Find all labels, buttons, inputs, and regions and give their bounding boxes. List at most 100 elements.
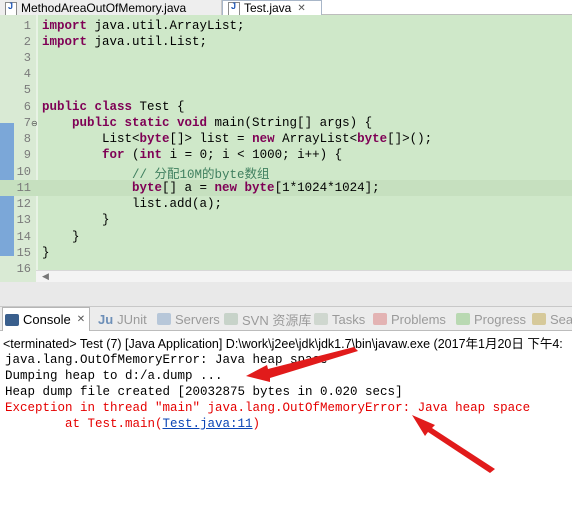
view-tab-strip: Console ✕ Ju JUnit Servers SVN 资源库 Tasks…	[0, 307, 572, 331]
tab-servers[interactable]: Servers	[155, 307, 220, 331]
java-file-icon	[227, 1, 240, 16]
tab-svn[interactable]: SVN 资源库	[222, 307, 311, 331]
code-text: public class Test {	[42, 100, 185, 114]
console-icon	[5, 313, 19, 326]
servers-icon	[157, 313, 171, 325]
code-line: 2 import java.util.List;	[0, 34, 572, 50]
line-number: 5	[23, 83, 31, 97]
code-line: 4	[0, 66, 572, 82]
horizontal-scrollbar[interactable]: ◀	[36, 270, 572, 282]
code-line: 12 list.add(a);	[0, 196, 572, 212]
line-number: 2	[23, 35, 31, 49]
editor-tab-strip: MethodAreaOutOfMemory.java Test.java ✕	[0, 0, 572, 16]
keyword: int	[139, 148, 163, 162]
tab-label: Sear	[550, 311, 572, 327]
line-number: 13	[16, 213, 31, 227]
line-number: 1	[23, 19, 31, 33]
keyword: byte	[132, 181, 163, 195]
code-line: 13 }	[0, 212, 572, 228]
console-stack-line: at Test.main(Test.java:11)	[5, 417, 260, 431]
code-line: 8 List<byte[]> list = new ArrayList<byte…	[0, 131, 572, 147]
stack-prefix: at Test.main(	[5, 417, 163, 431]
code-text: }	[42, 246, 50, 260]
code-line: 5	[0, 82, 572, 98]
console-error-line: Exception in thread "main" java.lang.Out…	[5, 401, 531, 415]
tab-label: Problems	[391, 311, 446, 327]
tab-search[interactable]: Sear	[530, 307, 572, 331]
code-line: 15 }	[0, 245, 572, 261]
keyword: byte	[357, 132, 388, 146]
tab-tasks[interactable]: Tasks	[312, 307, 365, 331]
line-number: 4	[23, 67, 31, 81]
line-number: 12	[16, 197, 31, 211]
line-number: 6	[23, 100, 31, 114]
keyword: import	[42, 19, 88, 33]
tab-test-java[interactable]: Test.java ✕	[222, 0, 322, 16]
line-number: 10	[16, 165, 31, 179]
tab-label: JUnit	[117, 311, 147, 327]
line-number: 8	[23, 132, 31, 146]
tab-label: Progress	[474, 311, 527, 327]
code-line-current: 11 byte[] a = new byte[1*1024*1024];	[0, 180, 572, 196]
code-editor[interactable]: 1 import java.util.ArrayList; 2 import j…	[0, 15, 572, 282]
close-icon[interactable]: ✕	[297, 3, 305, 14]
problems-icon	[373, 313, 387, 325]
code-text: byte[] a = new byte[1*1024*1024];	[132, 181, 380, 195]
code-text: for (int i = 0; i < 1000; i++) {	[102, 148, 343, 162]
java-file-icon	[4, 1, 17, 16]
line-number: 16	[16, 262, 31, 276]
tab-method-area-out-of-memory[interactable]: MethodAreaOutOfMemory.java	[0, 0, 222, 16]
console-line: java.lang.OutOfMemoryError: Java heap sp…	[5, 353, 328, 367]
line-number: 7	[23, 116, 31, 130]
code-text: import java.util.List;	[42, 35, 208, 49]
keyword: public class	[42, 100, 133, 114]
tab-label: Servers	[175, 311, 220, 327]
code-line: 6 public class Test {	[0, 99, 572, 115]
tab-label: MethodAreaOutOfMemory.java	[21, 0, 187, 15]
tab-label: Tasks	[332, 311, 366, 327]
console-line: Heap dump file created [20032875 bytes i…	[5, 385, 403, 399]
stack-trace-link[interactable]: Test.java:11	[163, 417, 253, 431]
tab-console[interactable]: Console ✕	[2, 307, 90, 331]
keyword: new byte	[214, 181, 275, 195]
line-number: 14	[16, 230, 31, 244]
code-text: }	[42, 230, 80, 244]
code-line: 7 ⊖ public static void main(String[] arg…	[0, 115, 572, 131]
code-line: 9 for (int i = 0; i < 1000; i++) {	[0, 147, 572, 163]
line-number: 15	[16, 246, 31, 260]
scroll-left-icon[interactable]: ◀	[42, 271, 49, 282]
code-comment: // 分配10M的byte数组	[42, 167, 270, 182]
view-splitter[interactable]	[0, 282, 572, 307]
code-text: list.add(a);	[42, 197, 223, 211]
tab-label: Test.java	[244, 1, 292, 15]
keyword: for	[102, 148, 125, 162]
junit-icon: Ju	[98, 311, 114, 327]
search-icon	[532, 313, 546, 325]
keyword: public static void	[72, 116, 208, 130]
close-icon[interactable]: ✕	[77, 314, 85, 325]
line-number: 11	[16, 181, 31, 195]
code-line: 14 }	[0, 229, 572, 245]
code-line: 3	[0, 50, 572, 66]
terminated-status: <terminated> Test (7) [Java Application]…	[3, 337, 563, 351]
tab-progress[interactable]: Progress	[454, 307, 526, 331]
console-output[interactable]: <terminated> Test (7) [Java Application]…	[0, 331, 572, 524]
tab-junit[interactable]: Ju JUnit	[98, 307, 147, 331]
code-text: import java.util.ArrayList;	[42, 19, 245, 33]
stack-suffix: )	[252, 417, 261, 431]
code-line: 1 import java.util.ArrayList;	[0, 18, 572, 34]
code-text: List<byte[]> list = new ArrayList<byte[]…	[42, 132, 433, 146]
fold-toggle-icon[interactable]: ⊖	[31, 119, 38, 128]
code-line: 10 // 分配10M的byte数组	[0, 164, 572, 182]
keyword: byte	[139, 132, 170, 146]
line-number: 9	[23, 148, 31, 162]
tasks-icon	[314, 313, 328, 325]
tab-label: SVN 资源库	[242, 312, 312, 328]
svn-icon	[224, 313, 238, 325]
keyword: new	[252, 132, 275, 146]
keyword: import	[42, 35, 88, 49]
tab-label: Console	[23, 312, 71, 327]
console-line: Dumping heap to d:/a.dump ...	[5, 369, 223, 383]
progress-icon	[456, 313, 470, 325]
tab-problems[interactable]: Problems	[371, 307, 446, 331]
